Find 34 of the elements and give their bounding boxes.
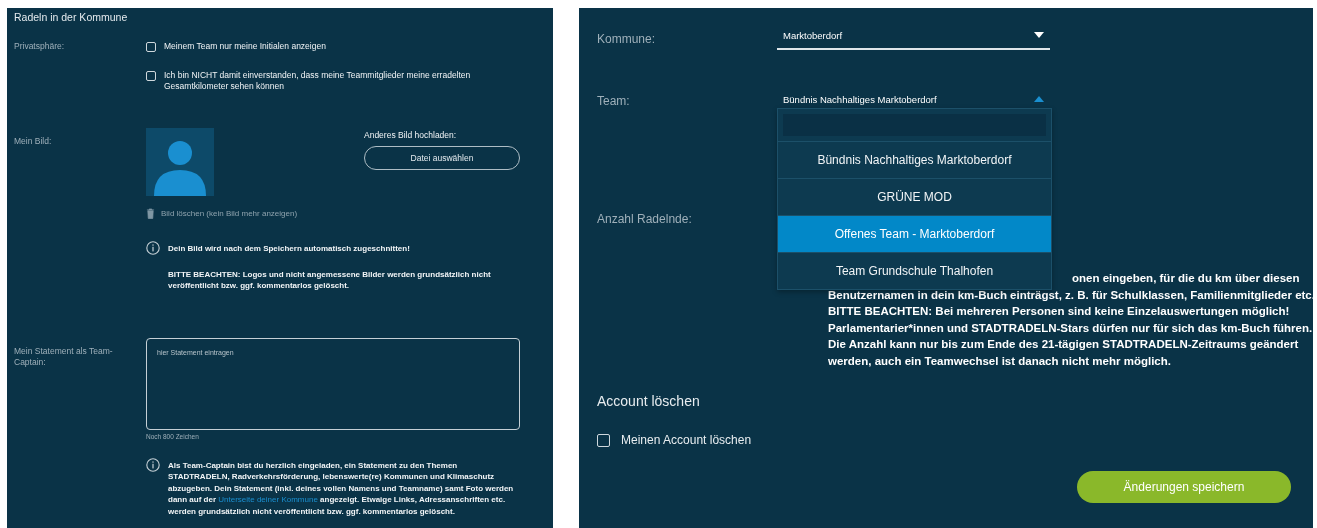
upload-label: Anderes Bild hochladen: [364,130,458,141]
info-icon [146,241,160,255]
info-text: Als Team-Captain bist du herzlich eingeladen, ein Statement zu den Themen STADTRADELN, Radverkehrsförderung, lebenswerte(re) Kommunen und Klimaschutz abzugeben. Dein Statement (inkl. deines vollen Namens und Teamname) samt Foto werden dann auf der Unterseite deiner Kommune angezeigt. Etwaige Links, Adressanschriften etc. werden grundsätzlich nicht veröffentlicht bzw. ggf. kommentarlos gelöscht. [168,459,515,517]
team-select[interactable]: Bündnis Nachhaltiges Marktoberdorf [777,86,1050,114]
field-label: Kommune: [597,31,657,48]
info-text: BITTE BEACHTEN: Logos und nicht angemessene Bilder werden grundsätzlich nicht veröffentlicht bzw. ggf. kommentarlos gelöscht. [168,268,492,292]
section-heading: Account löschen [597,393,701,409]
trash-icon [146,208,155,219]
info-text: onen eingeben, für die du km über diesen [1072,271,1301,286]
dropdown-option[interactable]: GRÜNE MOD [778,178,1051,215]
info-text: Benutzernamen in dein km-Buch einträgst, z. B. für Schulklassen, Familienmitglieder etc. BITTE BEACHTEN: Bei mehreren Personen sind keine Einzelauswertungen möglich! Parlamentarier*innen und STADTRADELN-Stars dürfen nur für sich das km-Buch führen. Die Anzahl kann nur bis zum Ende des 21-tägigen STADTRADELN-Zeitraums geändert werden, auch ein Teamwechsel ist danach nicht mehr möglich. [828,287,1316,369]
caret-up-icon [1034,96,1044,102]
checkbox[interactable] [146,42,156,52]
checkbox[interactable] [146,71,156,81]
municipality-select[interactable]: Marktoberdorf [777,22,1050,50]
checkbox[interactable] [597,433,610,447]
field-label: Anzahl Radelnde: [597,211,693,226]
section-title: Radeln in der Kommune [14,11,129,23]
field-label: Mein Bild: [14,135,53,148]
caret-down-icon [1034,32,1044,38]
field-label: Privatsphäre: [14,41,66,53]
dropdown-option[interactable]: Team Grundschule Thalhofen [778,252,1051,289]
avatar-placeholder-icon [146,128,214,196]
field-label: Team: [597,93,631,110]
checkbox-label: Meinem Team nur meine Initialen anzeigen [164,41,326,52]
municipality-page-link[interactable]: Unterseite deiner Kommune [218,495,318,504]
info-text: Dein Bild wird nach dem Speichern automatisch zugeschnitten! [168,243,411,255]
field-label: Mein Statement als Team-Captain: [14,344,114,369]
checkbox-label: Ich bin NICHT damit einverstanden, dass meine Teammitglieder meine erradelten Gesamtkilometer sehen können [164,70,472,92]
dropdown-option[interactable]: Offenes Team - Marktoberdorf [778,215,1051,252]
delete-picture-link[interactable]: Bild löschen (kein Bild mehr anzeigen) [161,209,298,218]
dropdown-option[interactable]: Bündnis Nachhaltiges Marktoberdorf [778,141,1051,178]
info-icon [146,457,160,472]
checkbox-label: Meinen Account löschen [621,433,752,447]
